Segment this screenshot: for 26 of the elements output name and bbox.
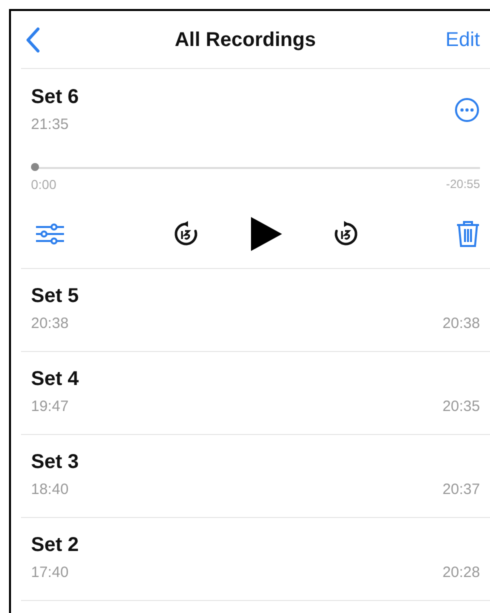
recording-duration: 20:37 xyxy=(442,480,480,500)
recording-title: Set 5 xyxy=(31,284,80,309)
recording-title: Set 4 xyxy=(31,367,80,392)
recording-row[interactable]: Set 4 19:47 20:35 xyxy=(21,352,490,434)
recording-time: 20:38 xyxy=(31,314,69,334)
screen-title: All Recordings xyxy=(174,28,316,52)
recording-row[interactable]: Set 5 20:38 20:38 xyxy=(21,269,490,351)
recording-duration: 20:35 xyxy=(442,397,480,417)
recording-time: 18:40 xyxy=(31,480,69,500)
recording-row[interactable]: Set 3 18:40 20:37 xyxy=(21,435,490,517)
more-icon[interactable] xyxy=(454,97,480,124)
recording-title: Set 3 xyxy=(31,450,80,475)
trash-icon[interactable] xyxy=(456,220,480,248)
recording-duration: 20:38 xyxy=(442,314,480,334)
recording-title: Set 2 xyxy=(31,533,80,558)
recording-time: 19:47 xyxy=(31,397,69,417)
recording-row[interactable]: Set 2 17:40 20:28 xyxy=(21,518,490,600)
recording-duration: 20:28 xyxy=(442,563,480,583)
playback-slider[interactable] xyxy=(31,162,480,172)
elapsed-time: 0:00 xyxy=(31,176,56,194)
recording-title: Set 6 xyxy=(31,85,79,110)
remaining-time: -20:55 xyxy=(446,176,480,192)
recording-time: 21:35 xyxy=(31,115,70,135)
sliders-icon[interactable] xyxy=(35,222,65,246)
edit-button[interactable]: Edit xyxy=(446,24,480,54)
recording-time: 17:40 xyxy=(31,563,69,583)
